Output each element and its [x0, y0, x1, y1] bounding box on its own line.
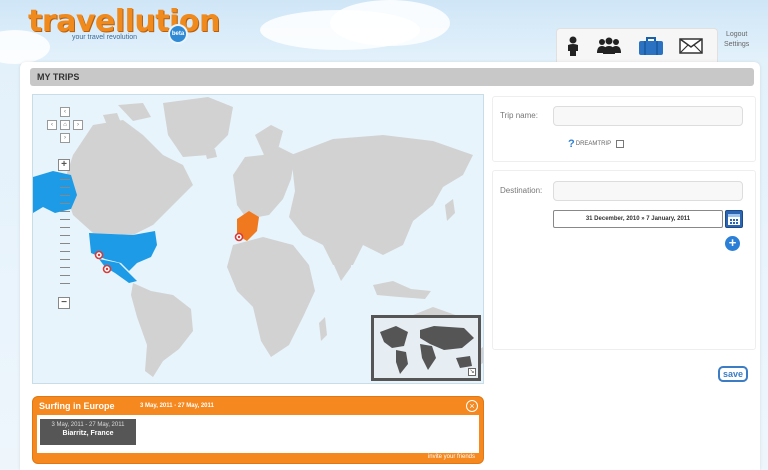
trip-card[interactable]: Surfing in Europe 3 May, 2011 - 27 May, …: [32, 396, 484, 464]
trip-stops: 3 May, 2011 - 27 May, 2011 Biarritz, Fra…: [37, 415, 479, 453]
tab-friends[interactable]: [595, 35, 623, 57]
pan-down-button[interactable]: ›: [60, 133, 70, 143]
world-map[interactable]: ‹ ‹ ⌂ › › + − ↘: [32, 94, 484, 384]
greenland-shape: [163, 97, 233, 157]
suitcase-icon: [639, 37, 663, 55]
destination-input[interactable]: [553, 181, 743, 201]
destination-label: Destination:: [500, 186, 543, 195]
asia-shape: [289, 135, 473, 265]
pan-right-button[interactable]: ›: [73, 120, 83, 130]
save-button[interactable]: save: [718, 366, 748, 382]
account-links: Logout Settings: [724, 30, 749, 50]
map-marker[interactable]: [102, 264, 112, 274]
trip-dates: 3 May, 2011 - 27 May, 2011: [140, 403, 214, 409]
zoom-slider[interactable]: [60, 179, 70, 295]
beta-badge: beta: [168, 24, 188, 44]
minimap-canvas: [380, 326, 474, 374]
arctic-islands: [103, 103, 151, 125]
tagline: your travel revolution: [72, 34, 137, 41]
envelope-icon: [679, 38, 703, 54]
background-cloud: [330, 0, 450, 46]
trip-name-label: Trip name:: [500, 111, 538, 120]
calendar-icon[interactable]: [725, 210, 743, 228]
logout-link[interactable]: Logout: [724, 30, 749, 40]
india-shape: [333, 245, 353, 281]
settings-link[interactable]: Settings: [724, 40, 749, 50]
trip-stop-place: Biarritz, France: [62, 430, 114, 437]
map-marker[interactable]: [94, 250, 104, 260]
alaska-highlight: [33, 171, 77, 213]
africa-shape: [227, 237, 315, 357]
tab-messages[interactable]: [677, 35, 705, 57]
date-range-field[interactable]: 31 December, 2010 » 7 January, 2011: [553, 210, 723, 228]
group-icon: [597, 37, 621, 54]
nav-tabs: [556, 28, 718, 62]
south-america-shape: [131, 283, 193, 377]
pan-home-button[interactable]: ⌂: [60, 120, 70, 130]
trip-stop[interactable]: 3 May, 2011 - 27 May, 2011 Biarritz, Fra…: [40, 419, 136, 445]
pan-control: ‹ ‹ ⌂ › ›: [45, 107, 85, 147]
trip-title: Surfing in Europe: [39, 401, 115, 411]
pan-up-button[interactable]: ‹: [60, 107, 70, 117]
minimap-toggle-button[interactable]: ↘: [468, 368, 476, 376]
zoom-in-button[interactable]: +: [58, 159, 70, 171]
person-icon: [568, 36, 578, 56]
map-marker[interactable]: [234, 232, 244, 242]
tab-trips[interactable]: [637, 35, 665, 57]
dreamtrip-label: DREAMTRIP: [575, 141, 612, 147]
pan-left-button[interactable]: ‹: [47, 120, 57, 130]
page-title: MY TRIPS: [30, 68, 754, 86]
add-destination-icon[interactable]: +: [725, 236, 740, 251]
help-icon[interactable]: ?: [568, 138, 575, 150]
trip-name-input[interactable]: [553, 106, 743, 126]
dreamtrip-checkbox[interactable]: [616, 140, 625, 148]
zoom-out-button[interactable]: −: [58, 297, 70, 309]
japan-shape: [445, 199, 455, 221]
close-icon[interactable]: ×: [466, 400, 478, 412]
trip-stop-dates: 3 May, 2011 - 27 May, 2011: [51, 422, 125, 428]
indonesia-shape: [373, 281, 431, 299]
overview-minimap[interactable]: ↘: [371, 315, 481, 381]
europe-shape: [233, 147, 295, 219]
tab-profile[interactable]: [559, 35, 587, 57]
madagascar-shape: [319, 317, 327, 341]
invite-friends-link[interactable]: invite your friends: [428, 454, 475, 460]
dreamtrip-option: ? DREAMTRIP: [568, 138, 625, 150]
